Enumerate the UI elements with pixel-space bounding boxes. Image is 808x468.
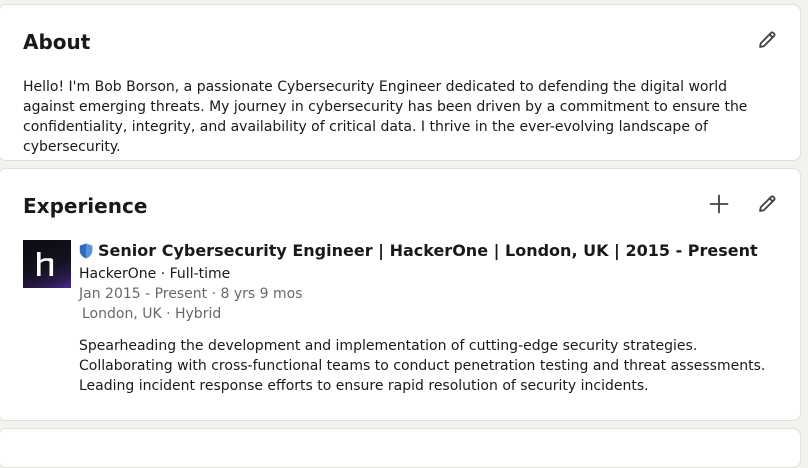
- experience-description: Spearheading the development and impleme…: [79, 336, 765, 396]
- employment-dates: Jan 2015 - Present · 8 yrs 9 mos: [79, 286, 303, 302]
- description-line: Collaborating with cross-functional team…: [79, 358, 766, 374]
- next-section: [0, 428, 801, 468]
- hackerone-logo-icon[interactable]: [23, 240, 71, 288]
- about-title: About: [23, 30, 91, 54]
- shield-icon: [79, 243, 93, 259]
- pencil-icon: [755, 192, 779, 216]
- role-title-text: Senior Cybersecurity Engineer | HackerOn…: [98, 241, 758, 260]
- pencil-icon: [755, 28, 779, 52]
- employment-location: London, UK · Hybrid: [82, 306, 222, 322]
- about-text: Hello! I'm Bob Borson, a passionate Cybe…: [23, 79, 748, 155]
- experience-title-link[interactable]: Senior Cybersecurity Engineer | HackerOn…: [79, 241, 758, 261]
- add-experience-button[interactable]: [703, 188, 735, 220]
- plus-icon: [707, 192, 731, 216]
- description-line: Leading incident response efforts to ens…: [79, 378, 649, 394]
- description-line: Spearheading the development and impleme…: [79, 338, 698, 354]
- company-employment-type: HackerOne · Full-time: [79, 266, 231, 282]
- edit-experience-button[interactable]: [751, 188, 783, 220]
- about-section: About Hello! I'm Bob Borson, a passionat…: [0, 4, 801, 161]
- edit-about-button[interactable]: [751, 24, 783, 56]
- experience-title: Experience: [23, 194, 148, 218]
- experience-section: Experience Senior Cybersecurity Engineer…: [0, 168, 801, 421]
